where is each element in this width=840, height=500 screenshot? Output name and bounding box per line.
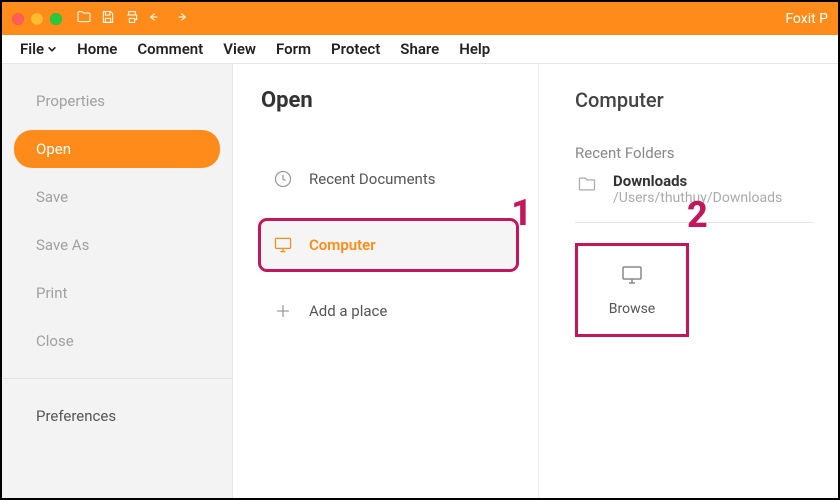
open-item-label: Computer (309, 236, 376, 254)
menu-comment[interactable]: Comment (137, 40, 203, 58)
file-sidebar: Properties Open Save Save As Print Close… (2, 64, 233, 498)
open-item-label: Recent Documents (309, 170, 435, 188)
zoom-window-button[interactable] (50, 13, 62, 25)
open-file-icon[interactable] (76, 9, 92, 29)
print-icon[interactable] (124, 9, 140, 29)
menu-file-label: File (20, 40, 44, 58)
close-window-button[interactable] (12, 13, 24, 25)
menu-view[interactable]: View (223, 40, 256, 58)
sidebar-item-preferences[interactable]: Preferences (2, 397, 232, 435)
quick-access-toolbar (76, 9, 188, 29)
menubar: File Home Comment View Form Protect Shar… (2, 35, 838, 64)
open-panel: Open Recent Documents Computer Add a pla… (233, 64, 538, 498)
redo-icon[interactable] (172, 9, 188, 29)
menu-file[interactable]: File (20, 40, 57, 58)
sidebar-item-close[interactable]: Close (2, 322, 232, 360)
menu-home[interactable]: Home (77, 40, 117, 58)
open-item-label: Add a place (309, 302, 387, 320)
clock-icon (273, 169, 293, 189)
minimize-window-button[interactable] (31, 13, 43, 25)
folder-icon (575, 174, 599, 194)
content-area: Properties Open Save Save As Print Close… (2, 64, 838, 498)
app-window: Foxit P File Home Comment View Form Prot… (0, 0, 840, 500)
browse-button[interactable]: Browse (575, 243, 689, 337)
plus-icon (273, 301, 293, 321)
computer-icon (273, 235, 293, 255)
sidebar-item-saveas[interactable]: Save As (2, 226, 232, 264)
menu-form[interactable]: Form (276, 40, 311, 58)
menu-protect[interactable]: Protect (331, 40, 380, 58)
open-item-add-place[interactable]: Add a place (261, 291, 516, 331)
titlebar: Foxit P (2, 2, 838, 35)
sidebar-separator (2, 378, 232, 379)
menu-share[interactable]: Share (400, 40, 439, 58)
sidebar-item-open[interactable]: Open (14, 130, 220, 168)
sidebar-item-save[interactable]: Save (2, 178, 232, 216)
chevron-down-icon (47, 44, 57, 54)
window-controls (12, 13, 62, 25)
recent-folder-name: Downloads (613, 172, 782, 190)
annotation-2: 2 (687, 194, 708, 236)
undo-icon[interactable] (148, 9, 164, 29)
recent-folders-label: Recent Folders (575, 144, 814, 162)
save-file-icon[interactable] (100, 9, 116, 29)
open-item-recent-documents[interactable]: Recent Documents (261, 159, 516, 199)
computer-panel-title: Computer (575, 88, 814, 112)
sidebar-item-print[interactable]: Print (2, 274, 232, 312)
open-panel-title: Open (261, 88, 516, 113)
computer-panel: Computer Recent Folders Downloads /Users… (538, 64, 838, 498)
open-source-list: Recent Documents Computer Add a place (261, 159, 516, 331)
browse-label: Browse (609, 301, 655, 317)
sidebar-item-properties[interactable]: Properties (2, 82, 232, 120)
computer-icon (618, 263, 646, 287)
app-title: Foxit P (785, 11, 828, 27)
annotation-1: 1 (511, 192, 532, 234)
open-item-computer[interactable]: Computer (261, 221, 516, 269)
menu-help[interactable]: Help (459, 40, 490, 58)
